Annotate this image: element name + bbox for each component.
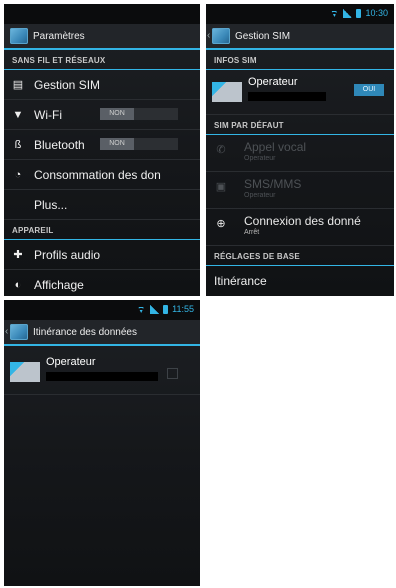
back-caret-icon[interactable]: ‹ — [207, 30, 210, 41]
item-roaming[interactable]: Itinérance — [206, 266, 394, 295]
item-label: Wi-Fi — [34, 107, 62, 122]
item-data-usage[interactable]: ◔ Consommation des don — [4, 160, 200, 190]
item-title: Appel vocal — [244, 140, 307, 154]
item-title: SMS/MMS — [244, 177, 302, 191]
roaming-checkbox[interactable] — [167, 368, 178, 379]
item-title: Connexion des donné — [244, 214, 361, 228]
sim-card-icon — [212, 82, 242, 102]
section-header-sim-info: INFOS SIM — [206, 50, 394, 70]
sim-entry[interactable]: Operateur — [4, 350, 200, 395]
action-bar-title: Paramètres — [33, 30, 85, 42]
item-label: Gestion SIM — [34, 77, 101, 92]
item-data-connection[interactable]: ⊕ Connexion des donné Arrêt — [206, 209, 394, 246]
item-subtitle: Operateur — [244, 192, 276, 199]
settings-app-icon[interactable] — [10, 28, 28, 44]
item-subtitle: Operateur — [244, 155, 276, 162]
sim-number-redacted — [248, 92, 326, 101]
sim-number-redacted — [46, 372, 158, 381]
settings-app-icon[interactable] — [212, 28, 230, 44]
item-subtitle: Arrêt — [244, 229, 260, 236]
sim-entry[interactable]: Operateur OUI — [206, 70, 394, 115]
settings-screen: Paramètres SANS FIL ET RÉSEAUX ▤ Gestion… — [4, 4, 200, 296]
status-bar: 10:30 — [206, 4, 394, 24]
globe-icon: ⊕ — [216, 218, 226, 230]
bluetooth-toggle[interactable]: NON — [100, 138, 178, 150]
status-time: 11:55 — [172, 304, 194, 314]
item-label: Consommation des don — [34, 167, 161, 182]
item-more[interactable]: Plus... — [4, 190, 200, 220]
toggle-label: NON — [100, 108, 134, 120]
wifi-signal-icon — [329, 9, 339, 17]
section-header-default-sim: SIM PAR DÉFAUT — [206, 115, 394, 135]
cell-signal-icon — [150, 304, 160, 314]
item-audio-profiles[interactable]: ✚ Profils audio — [4, 240, 200, 270]
bluetooth-icon: ß — [14, 138, 22, 151]
sim-name: Operateur — [46, 356, 96, 368]
sim-card-icon: ▤ — [12, 79, 24, 91]
action-bar[interactable]: ‹ Gestion SIM — [206, 24, 394, 50]
status-bar — [4, 4, 200, 24]
item-display[interactable]: ◐ Affichage — [4, 270, 200, 296]
data-usage-icon: ◔ — [14, 168, 22, 181]
audio-profiles-icon: ✚ — [13, 249, 23, 261]
sim-management-screen: 10:30 ‹ Gestion SIM INFOS SIM Operateur … — [206, 4, 394, 296]
item-gestion-sim[interactable]: ▤ Gestion SIM — [4, 70, 200, 100]
section-header-device: APPAREIL — [4, 220, 200, 240]
wifi-toggle[interactable]: NON — [100, 108, 178, 120]
item-label: Profils audio — [34, 247, 101, 262]
settings-app-icon[interactable] — [10, 324, 28, 340]
item-label: Bluetooth — [34, 137, 85, 152]
section-header-basic: RÉGLAGES DE BASE — [206, 246, 394, 266]
cell-signal-icon — [343, 8, 353, 18]
sim-card-icon — [10, 362, 40, 382]
status-bar: 11:55 — [4, 300, 200, 320]
display-icon: ◐ — [14, 278, 22, 291]
action-bar-title: Gestion SIM — [235, 30, 291, 42]
back-caret-icon[interactable]: ‹ — [5, 326, 8, 337]
battery-icon — [356, 8, 362, 18]
item-wifi[interactable]: ▼ Wi-Fi NON — [4, 100, 200, 130]
item-bluetooth[interactable]: ß Bluetooth NON — [4, 130, 200, 160]
item-sms-mms[interactable]: ▣ SMS/MMS Operateur — [206, 172, 394, 209]
item-voice-call[interactable]: ✆ Appel vocal Operateur — [206, 135, 394, 172]
phone-icon: ✆ — [216, 144, 226, 156]
toggle-label: NON — [100, 138, 134, 150]
action-bar[interactable]: ‹ Itinérance des données — [4, 320, 200, 346]
status-time: 10:30 — [365, 8, 388, 18]
battery-icon — [163, 304, 169, 314]
item-label: Affichage — [34, 277, 84, 292]
wifi-signal-icon — [136, 305, 146, 313]
action-bar: Paramètres — [4, 24, 200, 50]
message-icon: ▣ — [215, 181, 227, 193]
action-bar-title: Itinérance des données — [33, 326, 137, 338]
wifi-icon: ▼ — [12, 108, 24, 121]
item-label: Itinérance — [214, 273, 267, 288]
sim-name: Operateur — [248, 76, 298, 88]
data-roaming-screen: 11:55 ‹ Itinérance des données Operateur — [4, 300, 200, 586]
item-label: Plus... — [34, 197, 68, 212]
sim-toggle[interactable]: OUI — [354, 84, 384, 96]
section-header-network: SANS FIL ET RÉSEAUX — [4, 50, 200, 70]
